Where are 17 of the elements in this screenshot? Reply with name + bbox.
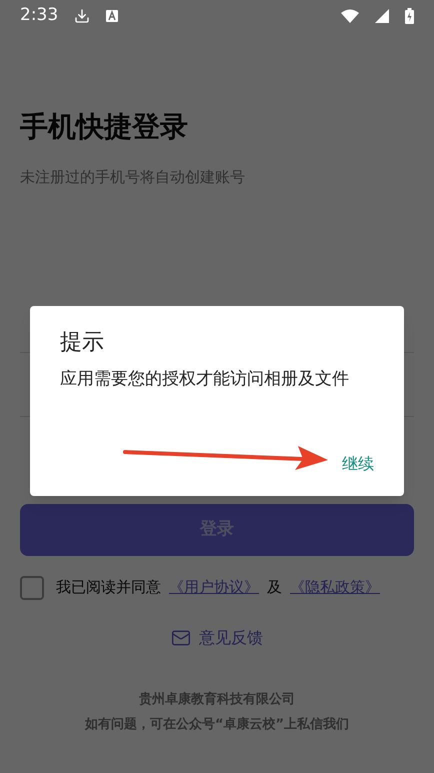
continue-button[interactable]: 继续	[342, 452, 374, 476]
privacy-policy-link[interactable]: 《隐私政策》	[290, 576, 380, 599]
battery-icon	[405, 8, 414, 24]
signal-icon	[375, 9, 389, 23]
user-agreement-link[interactable]: 《用户协议》	[169, 576, 259, 599]
mail-icon	[171, 628, 191, 648]
status-time: 2:33	[20, 4, 58, 28]
download-icon	[74, 8, 90, 24]
wifi-icon	[341, 9, 359, 23]
agreement-text: 我已阅读并同意	[56, 577, 161, 598]
dialog-title: 提示	[60, 329, 105, 357]
dialog-message: 应用需要您的授权才能访问相册及文件	[60, 368, 350, 391]
page-title: 手机快捷登录	[20, 109, 189, 145]
agreement-checkbox[interactable]	[20, 576, 44, 600]
agreement-joiner: 及	[267, 577, 282, 598]
feedback-button[interactable]: 意见反馈	[171, 626, 263, 650]
keyboard-icon	[106, 10, 118, 22]
